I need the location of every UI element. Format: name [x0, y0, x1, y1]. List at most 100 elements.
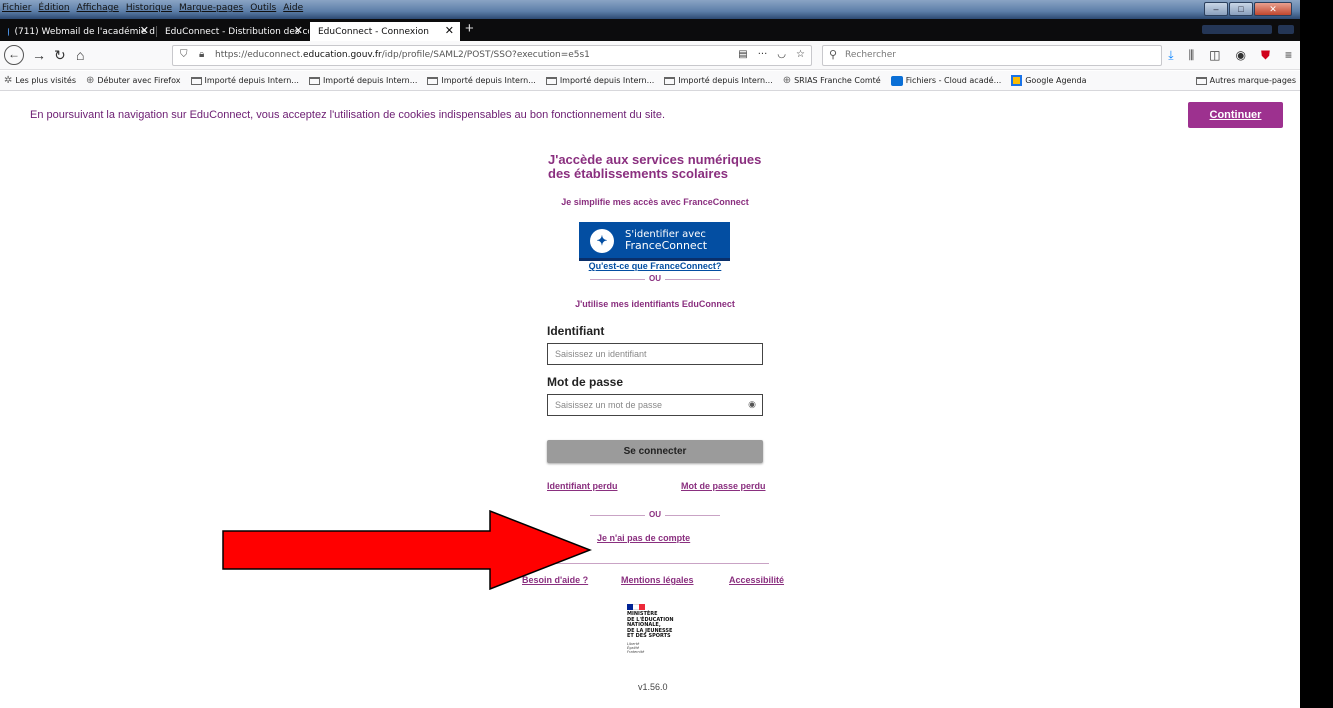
identifier-input[interactable]: Saisissez un identifiant — [547, 343, 763, 365]
accessibility-link[interactable]: Accessibilité — [729, 575, 784, 585]
back-arrow-icon[interactable]: ← — [4, 45, 24, 65]
new-tab-icon[interactable]: + — [465, 20, 474, 37]
forward-arrow-icon[interactable]: → — [32, 46, 46, 64]
bookmark-srias[interactable]: ⊕ SRIAS Franche Comté — [783, 75, 881, 86]
navigation-toolbar: ← → ↻ ⌂ ⛉ 🔒︎ https://educonnect.educatio… — [0, 41, 1300, 70]
tab-educonnect-distribution[interactable]: EduConnect - Distribution des com ✕ — [157, 22, 309, 41]
bookmark-label: Importé depuis Intern... — [441, 76, 536, 85]
sidebar-icon[interactable]: ◫ — [1209, 48, 1220, 63]
password-label: Mot de passe — [547, 375, 624, 389]
tab-label: EduConnect - Connexion — [318, 26, 429, 37]
identifier-placeholder: Saisissez un identifiant — [555, 349, 647, 359]
download-icon[interactable]: ⤓ — [1168, 48, 1173, 63]
educonnect-intro: J'utilise mes identifiants EduConnect — [575, 299, 735, 309]
ministry-name-line: ET DES SPORTS — [627, 633, 671, 639]
bookmarks-toolbar: ✲ Les plus visités ⊕ Débuter avec Firefox … — [0, 71, 1300, 91]
tab-webmail[interactable]: (711) Webmail de l'académie d ✕ — [0, 22, 155, 41]
bookmark-google-agenda[interactable]: Google Agenda — [1011, 75, 1087, 86]
continue-button[interactable]: Continuer — [1188, 102, 1283, 128]
lost-identifier-link[interactable]: Identifiant perdu — [547, 481, 618, 491]
webmail-favicon-icon — [8, 27, 10, 36]
window-title-bar: Fichier Édition Affichage Historique Mar… — [0, 0, 1300, 19]
account-icon[interactable]: ◉ — [1235, 48, 1245, 63]
menu-item-marque-pages[interactable]: Marque-pages — [179, 3, 243, 13]
hamburger-menu-icon[interactable]: ≡ — [1285, 48, 1292, 63]
calendar-icon — [1011, 75, 1023, 86]
bookmark-most-visited[interactable]: ✲ Les plus visités — [4, 75, 76, 86]
bookmark-label: Autres marque-pages — [1209, 76, 1296, 85]
franceconnect-button-text: S'identifier avec FranceConnect — [625, 229, 707, 251]
menu-item-affichage[interactable]: Affichage — [77, 3, 119, 13]
url-bar[interactable]: ⛉ 🔒︎ https://educonnect.education.gouv.f… — [172, 45, 812, 66]
tab-educonnect-connexion[interactable]: EduConnect - Connexion ✕ — [310, 22, 460, 41]
search-input[interactable]: ⚲ Rechercher — [822, 45, 1162, 66]
url-domain: education.gouv.fr — [302, 50, 382, 60]
close-tab-icon[interactable]: ✕ — [294, 24, 303, 37]
lost-password-link[interactable]: Mot de passe perdu — [681, 481, 766, 491]
bookmark-star-icon[interactable]: ☆ — [796, 49, 805, 60]
tab-label: EduConnect - Distribution des com — [165, 26, 309, 37]
menu-item-outils[interactable]: Outils — [250, 3, 276, 13]
menu-item-edition[interactable]: Édition — [38, 3, 69, 13]
menu-item-aide[interactable]: Aide — [283, 3, 303, 13]
browser-window: Fichier Édition Affichage Historique Mar… — [0, 0, 1300, 708]
bookmark-folder-imported[interactable]: Importé depuis Intern... — [190, 76, 299, 85]
close-tab-icon[interactable]: ✕ — [140, 24, 149, 37]
bookmark-cloud[interactable]: Fichiers - Cloud acadé... — [890, 75, 1002, 86]
menu-item-historique[interactable]: Historique — [126, 3, 172, 13]
password-input[interactable]: Saisissez un mot de passe ◉ — [547, 394, 763, 416]
folder-icon — [1195, 76, 1207, 85]
folder-icon — [427, 76, 439, 85]
franceconnect-button[interactable]: ✦ S'identifier avec FranceConnect — [579, 222, 730, 261]
bookmark-label: Les plus visités — [15, 76, 76, 85]
identifier-label: Identifiant — [547, 324, 605, 338]
bookmark-label: Importé depuis Intern... — [322, 76, 418, 85]
bookmark-folder-imported[interactable]: Importé depuis Intern... — [308, 76, 418, 85]
tab-label: (711) Webmail de l'académie d — [14, 26, 155, 37]
folder-icon — [190, 76, 202, 85]
legal-notice-link[interactable]: Mentions légales — [621, 575, 694, 585]
bookmark-folder-imported[interactable]: Importé depuis Intern... — [545, 76, 654, 85]
reader-view-icon[interactable]: ▤ — [738, 49, 747, 60]
close-window-button[interactable]: ✕ — [1254, 2, 1292, 16]
close-tab-icon[interactable]: ✕ — [445, 24, 454, 37]
bookmark-getting-started[interactable]: ⊕ Débuter avec Firefox — [86, 75, 181, 86]
menu-item-fichier[interactable]: Fichier — [2, 3, 31, 13]
library-icon[interactable]: ⫼ — [1189, 48, 1195, 63]
no-account-link[interactable]: Je n'ai pas de compte — [597, 533, 690, 543]
reload-icon[interactable]: ↻ — [54, 46, 66, 64]
maximize-button[interactable]: □ — [1229, 2, 1253, 16]
bookmark-label: SRIAS Franche Comté — [794, 76, 881, 85]
franceconnect-info-link[interactable]: Qu'est-ce que FranceConnect? — [498, 261, 812, 271]
bookmark-folder-imported[interactable]: Importé depuis Intern... — [427, 76, 536, 85]
franceconnect-intro: Je simplifie mes accès avec FranceConnec… — [561, 197, 749, 207]
show-password-eye-icon[interactable]: ◉ — [748, 399, 756, 410]
tab-strip: (711) Webmail de l'académie d ✕ EduConne… — [0, 19, 1300, 41]
tracking-shield-icon[interactable]: ⛉ — [180, 49, 188, 60]
home-icon[interactable]: ⌂ — [76, 46, 84, 64]
window-controls: – □ ✕ — [1204, 2, 1292, 16]
folder-icon — [545, 76, 557, 85]
minimize-button[interactable]: – — [1204, 2, 1228, 16]
page-actions-icon[interactable]: ··· — [758, 49, 768, 60]
lock-icon[interactable]: 🔒︎ — [199, 49, 204, 60]
french-flag-icon — [627, 604, 645, 610]
ublock-shield-icon[interactable]: ⛊ — [1261, 48, 1270, 63]
menu-bar: Fichier Édition Affichage Historique Mar… — [2, 3, 303, 13]
bookmark-folder-imported[interactable]: Importé depuis Intern... — [664, 76, 773, 85]
bookmark-other[interactable]: Autres marque-pages — [1195, 76, 1296, 85]
bookmark-label: Fichiers - Cloud acadé... — [905, 76, 1002, 85]
franceconnect-logo-icon: ✦ — [590, 229, 614, 253]
or-separator: OU — [560, 274, 750, 283]
bookmark-label: Google Agenda — [1025, 76, 1087, 85]
page-title-line: des établissements scolaires — [548, 166, 728, 181]
url-text[interactable]: https://educonnect.education.gouv.fr/idp… — [215, 50, 590, 60]
title-bar-blur — [1202, 25, 1272, 34]
login-button[interactable]: Se connecter — [547, 440, 763, 463]
bookmark-label: Importé depuis Intern... — [204, 76, 299, 85]
republic-motto: Liberté Égalité Fraternité — [627, 642, 687, 654]
pocket-icon[interactable]: ◡ — [777, 49, 786, 60]
folder-icon — [308, 76, 320, 85]
url-prefix: https://educonnect. — [215, 50, 303, 60]
search-icon: ⚲ — [829, 48, 838, 61]
